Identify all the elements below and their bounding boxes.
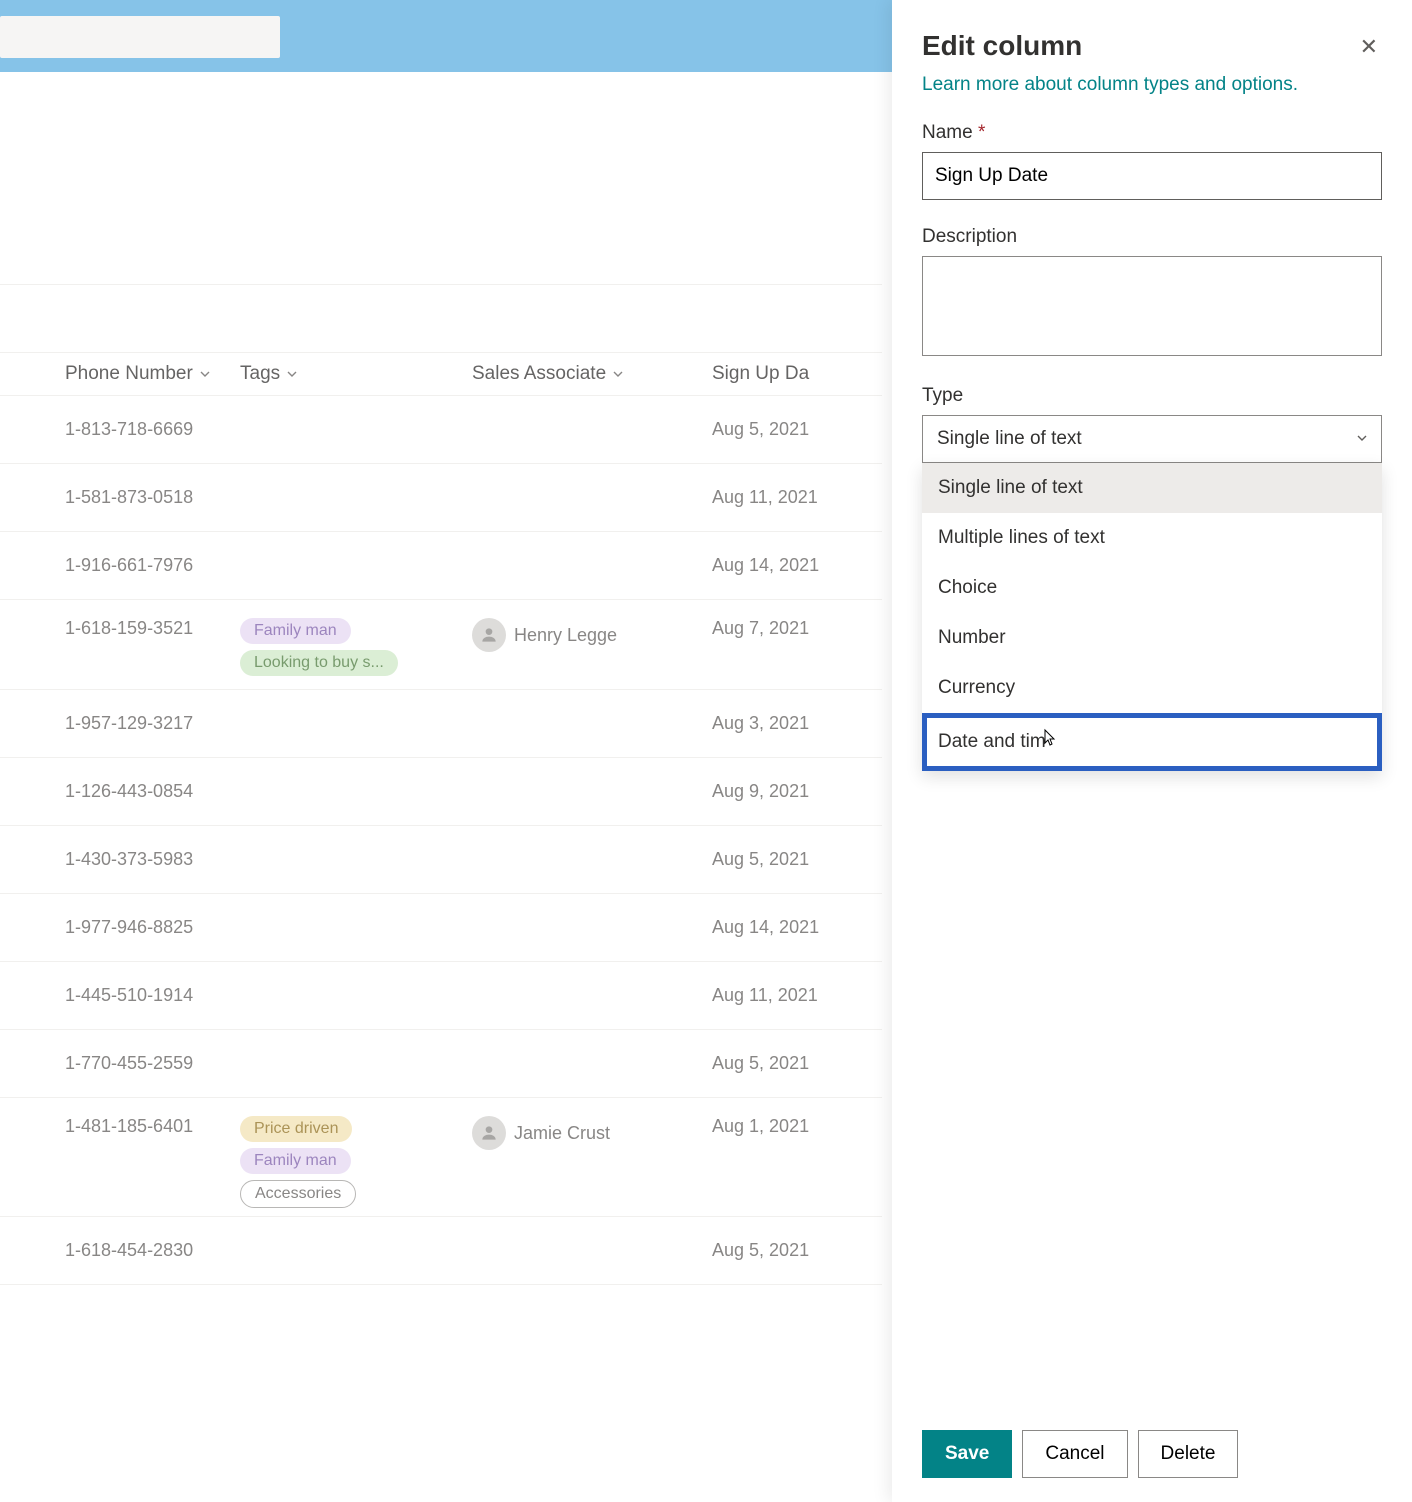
cell-phone: 1-770-455-2559 <box>0 1053 240 1074</box>
cell-sales-associate: Henry Legge <box>472 618 712 652</box>
panel-footer: Save Cancel Delete <box>892 1406 1412 1502</box>
tag-pill[interactable]: Family man <box>240 1148 351 1174</box>
cell-phone: 1-618-454-2830 <box>0 1240 240 1261</box>
delete-button[interactable]: Delete <box>1138 1430 1239 1478</box>
column-header-label: Sales Associate <box>472 363 606 385</box>
cell-phone: 1-977-946-8825 <box>0 917 240 938</box>
type-option-single-line[interactable]: Single line of text <box>922 463 1382 513</box>
description-input[interactable] <box>922 256 1382 356</box>
cell-phone: 1-813-718-6669 <box>0 419 240 440</box>
table-row[interactable]: 1-618-159-3521Family man Looking to buy s… <box>0 600 882 690</box>
type-option-date-time[interactable]: Date and tim <box>922 713 1382 771</box>
type-option-choice[interactable]: Choice <box>922 563 1382 613</box>
name-input[interactable] <box>922 152 1382 200</box>
cell-tags: Family man Looking to buy s... <box>240 618 472 676</box>
search-input[interactable] <box>0 16 280 58</box>
tag-pill[interactable]: Price driven <box>240 1116 352 1142</box>
column-header-label: Sign Up Da <box>712 363 809 385</box>
table-row[interactable]: 1-813-718-6669 Aug 5, 2021 <box>0 396 882 464</box>
description-field-label: Description <box>922 226 1382 248</box>
name-field-label: Name * <box>922 122 1382 144</box>
cell-phone: 1-957-129-3217 <box>0 713 240 734</box>
cell-phone: 1-581-873-0518 <box>0 487 240 508</box>
table-row[interactable]: 1-126-443-0854 Aug 9, 2021 <box>0 758 882 826</box>
type-dropdown: Single line of text Multiple lines of te… <box>922 463 1382 771</box>
cell-sign-up-date: Aug 9, 2021 <box>712 781 882 802</box>
sales-associate-name: Henry Legge <box>514 625 617 646</box>
table-row[interactable]: 1-581-873-0518 Aug 11, 2021 <box>0 464 882 532</box>
tag-pill[interactable]: Looking to buy s... <box>240 650 398 676</box>
type-select[interactable]: Single line of text <box>922 415 1382 463</box>
table-row[interactable]: 1-977-946-8825 Aug 14, 2021 <box>0 894 882 962</box>
cell-sign-up-date: Aug 5, 2021 <box>712 849 882 870</box>
cell-phone: 1-126-443-0854 <box>0 781 240 802</box>
chevron-down-icon <box>1356 428 1368 450</box>
type-field-label: Type <box>922 385 1382 407</box>
close-icon: ✕ <box>1360 34 1378 59</box>
column-header-phone[interactable]: Phone Number <box>0 363 240 385</box>
cursor-pointer-icon <box>1038 727 1060 757</box>
column-header-sign-up-date[interactable]: Sign Up Da <box>712 363 882 385</box>
cell-sign-up-date: Aug 3, 2021 <box>712 713 882 734</box>
cell-sign-up-date: Aug 14, 2021 <box>712 555 882 576</box>
cell-sales-associate: Jamie Crust <box>472 1116 712 1150</box>
close-button[interactable]: ✕ <box>1356 30 1382 64</box>
cell-sign-up-date: Aug 14, 2021 <box>712 917 882 938</box>
edit-column-panel: Edit column ✕ Learn more about column ty… <box>892 0 1412 1502</box>
table-row[interactable]: 1-430-373-5983 Aug 5, 2021 <box>0 826 882 894</box>
column-header-label: Tags <box>240 363 280 385</box>
chevron-down-icon <box>286 368 298 380</box>
type-select-value: Single line of text <box>937 428 1082 450</box>
cell-phone: 1-618-159-3521 <box>0 618 240 639</box>
panel-title: Edit column <box>922 30 1082 62</box>
avatar-icon <box>472 1116 506 1150</box>
learn-more-link[interactable]: Learn more about column types and option… <box>922 74 1382 96</box>
cell-sign-up-date: Aug 11, 2021 <box>712 487 882 508</box>
cancel-button[interactable]: Cancel <box>1022 1430 1127 1478</box>
cell-phone: 1-445-510-1914 <box>0 985 240 1006</box>
cell-phone: 1-916-661-7976 <box>0 555 240 576</box>
type-option-multiple-lines[interactable]: Multiple lines of text <box>922 513 1382 563</box>
type-option-number[interactable]: Number <box>922 613 1382 663</box>
cell-sign-up-date: Aug 5, 2021 <box>712 1053 882 1074</box>
data-table: Phone Number Tags Sales Associate Sign U… <box>0 217 882 1285</box>
column-header-tags[interactable]: Tags <box>240 363 472 385</box>
table-row[interactable]: 1-916-661-7976 Aug 14, 2021 <box>0 532 882 600</box>
table-header-row: Phone Number Tags Sales Associate Sign U… <box>0 353 882 396</box>
table-row[interactable]: 1-957-129-3217 Aug 3, 2021 <box>0 690 882 758</box>
cell-tags: Price driven Family man Accessories <box>240 1116 472 1208</box>
cell-sign-up-date: Aug 5, 2021 <box>712 1240 882 1261</box>
avatar-icon <box>472 618 506 652</box>
table-row[interactable]: 1-445-510-1914 Aug 11, 2021 <box>0 962 882 1030</box>
tag-pill[interactable]: Family man <box>240 618 351 644</box>
cell-phone: 1-481-185-6401 <box>0 1116 240 1137</box>
column-header-sales-associate[interactable]: Sales Associate <box>472 363 712 385</box>
chevron-down-icon <box>612 368 624 380</box>
cell-sign-up-date: Aug 11, 2021 <box>712 985 882 1006</box>
table-row[interactable]: 1-618-454-2830 Aug 5, 2021 <box>0 1217 882 1285</box>
cell-phone: 1-430-373-5983 <box>0 849 240 870</box>
chevron-down-icon <box>199 368 211 380</box>
cell-sign-up-date: Aug 1, 2021 <box>712 1116 882 1137</box>
type-option-currency[interactable]: Currency <box>922 663 1382 713</box>
tag-pill[interactable]: Accessories <box>240 1180 356 1208</box>
table-row[interactable]: 1-770-455-2559 Aug 5, 2021 <box>0 1030 882 1098</box>
table-row[interactable]: 1-481-185-6401Price driven Family man Acce… <box>0 1098 882 1217</box>
sales-associate-name: Jamie Crust <box>514 1123 610 1144</box>
save-button[interactable]: Save <box>922 1430 1012 1478</box>
column-header-label: Phone Number <box>65 363 193 385</box>
cell-sign-up-date: Aug 7, 2021 <box>712 618 882 639</box>
cell-sign-up-date: Aug 5, 2021 <box>712 419 882 440</box>
